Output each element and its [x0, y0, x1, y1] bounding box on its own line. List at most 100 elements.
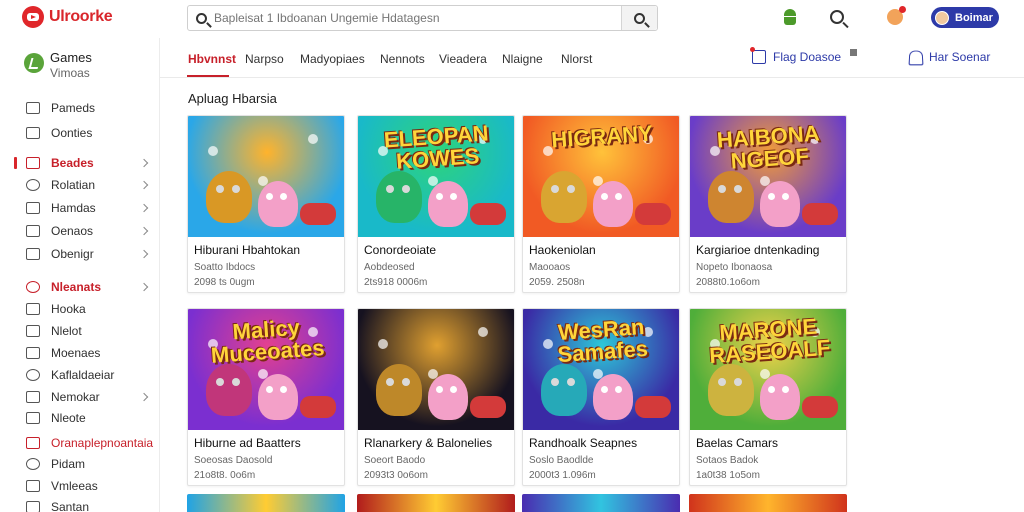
- sidebar-item-label: Pameds: [51, 101, 96, 115]
- search-bar: [187, 5, 658, 31]
- game-thumbnail: [358, 309, 514, 430]
- sidebar-item-icon: [26, 412, 40, 424]
- sidebar-item[interactable]: Beades: [0, 153, 160, 173]
- sidebar-item-label: Nemokar: [51, 390, 100, 404]
- chevron-right-icon: [139, 203, 149, 213]
- category-tab[interactable]: Nlorst: [561, 52, 592, 66]
- game-card-partial[interactable]: [522, 494, 680, 512]
- sidebar-item-label: Hamdas: [51, 201, 96, 215]
- game-banner-text: Malicy Muceoates: [210, 314, 326, 368]
- sidebar-item-icon: [26, 281, 40, 293]
- sidebar-item-label: Kaflaldaeiar: [51, 368, 115, 382]
- sign-in-button[interactable]: Boimar: [931, 7, 999, 28]
- category-tab[interactable]: Nennots: [380, 52, 425, 66]
- category-tab[interactable]: Nlaigne: [502, 52, 543, 66]
- sidebar-item-icon: [26, 225, 40, 237]
- sidebar-item-label: Nlelot: [51, 324, 82, 338]
- category-tab[interactable]: Madyopiaes: [300, 52, 365, 66]
- sidebar-item[interactable]: Nleanats: [0, 277, 160, 297]
- sidebar-item[interactable]: Rolatian: [0, 175, 160, 195]
- game-thumbnail: WesRan Samafes: [523, 309, 679, 430]
- sidebar-header[interactable]: Games Vimoas: [24, 51, 92, 81]
- game-title: Kargiarioe dntenkading: [696, 243, 820, 257]
- sidebar-item-label: Oonties: [51, 126, 93, 140]
- logo-text: Ulroorke: [49, 8, 113, 25]
- flag-button[interactable]: Flag Doasoe: [750, 47, 858, 64]
- game-category: Maooaos: [529, 262, 571, 273]
- sidebar-item-icon: [26, 347, 40, 359]
- sidebar-item[interactable]: Nemokar: [0, 387, 160, 407]
- sidebar-item[interactable]: Hamdas: [0, 198, 160, 218]
- sidebar-item[interactable]: Nlelot: [0, 321, 160, 341]
- character-art: [593, 374, 633, 420]
- game-card-partial[interactable]: [357, 494, 515, 512]
- game-thumbnail: ELEOPAN KOWES: [358, 116, 514, 237]
- account-label: Har Soenar: [929, 50, 991, 64]
- game-card[interactable]: HIGRANY Haokeniolan Maooaos 2059. 2508n: [522, 115, 680, 293]
- character-art: [708, 171, 754, 223]
- category-tab[interactable]: Hbvnnst: [188, 52, 236, 66]
- game-title: Hiburani Hbahtokan: [194, 243, 301, 257]
- sidebar-item[interactable]: Pidam: [0, 454, 160, 474]
- sidebar-item-label: Beades: [51, 156, 94, 170]
- sidebar-item[interactable]: Obenigr: [0, 244, 160, 264]
- search-input[interactable]: [214, 6, 621, 30]
- notifications-icon[interactable]: [884, 6, 906, 28]
- game-title: Baelas Camars: [696, 436, 779, 450]
- chevron-right-icon: [139, 282, 149, 292]
- category-tabs: Hbvnnst Narpso Madyopiaes Nennots Vieadera Nl…: [160, 38, 1024, 78]
- sidebar-item[interactable]: Pameds: [0, 98, 160, 118]
- game-card[interactable]: ELEOPAN KOWES Conordeoiate Aobdeosed 2ts918…: [357, 115, 515, 293]
- sidebar-item-icon: [26, 202, 40, 214]
- category-tab[interactable]: Vieadera: [439, 52, 487, 66]
- sidebar-item[interactable]: Oonties: [0, 123, 160, 143]
- sparkle-decoration: [208, 146, 218, 156]
- search-icon: [188, 6, 214, 30]
- android-icon[interactable]: [779, 6, 801, 28]
- sidebar-item[interactable]: Moenaes: [0, 343, 160, 363]
- game-thumbnail: HIGRANY: [523, 116, 679, 237]
- sidebar-item[interactable]: Nleote: [0, 408, 160, 428]
- sidebar-item-icon: [26, 437, 40, 449]
- category-tab[interactable]: Narpso: [245, 52, 284, 66]
- gamepad-art: [300, 203, 336, 225]
- sidebar-item[interactable]: Vmleeas: [0, 476, 160, 496]
- sidebar-item-icon: [26, 157, 40, 169]
- sidebar-item[interactable]: Hooka: [0, 299, 160, 319]
- sidebar-item[interactable]: Oenaos: [0, 221, 160, 241]
- game-card[interactable]: WesRan Samafes Randhoalk Seapnes Soslo Bao…: [522, 308, 680, 486]
- gamepad-art: [470, 396, 506, 418]
- game-card[interactable]: MARONE RASEOALF Baelas Camars Sotaos Badok…: [689, 308, 847, 486]
- sidebar-item[interactable]: Kaflaldaeiar: [0, 365, 160, 385]
- sidebar-item-label: Hooka: [51, 302, 86, 316]
- sidebar-item-icon: [26, 391, 40, 403]
- game-card[interactable]: Rlanarkery & Balonelies Soeort Baodo 2093t…: [357, 308, 515, 486]
- account-button[interactable]: Har Soenar: [908, 50, 990, 64]
- sidebar-item[interactable]: Santan: [0, 497, 160, 512]
- search-icon[interactable]: [826, 6, 848, 28]
- chevron-right-icon: [139, 392, 149, 402]
- game-category: Soeort Baodo: [364, 455, 426, 466]
- game-banner-text: ELEOPAN KOWES: [383, 120, 490, 174]
- game-title: Hiburne ad Baatters: [194, 436, 301, 450]
- character-art: [760, 374, 800, 420]
- game-banner-text: MARONE RASEOALF: [708, 313, 831, 369]
- game-card[interactable]: Hiburani Hbahtokan Soatto Ibdocs 2098 ts 0…: [187, 115, 345, 293]
- logo[interactable]: Ulroorke: [22, 6, 113, 28]
- search-button-icon: [634, 12, 645, 24]
- game-card[interactable]: HAIBONA NGEOF Kargiarioe dntenkading Nopet…: [689, 115, 847, 293]
- sidebar-item-label: Pidam: [51, 457, 86, 471]
- game-info: 2000t3 1.096m: [529, 470, 596, 481]
- chevron-right-icon: [139, 158, 149, 168]
- character-art: [760, 181, 800, 227]
- character-art: [376, 171, 422, 223]
- sidebar-item[interactable]: Oranaplepnoantaia: [0, 433, 160, 453]
- sidebar-item-icon: [26, 102, 40, 114]
- game-thumbnail: Malicy Muceoates: [188, 309, 344, 430]
- game-card[interactable]: Malicy Muceoates Hiburne ad Baatters Soeos…: [187, 308, 345, 486]
- gamepad-art: [802, 203, 838, 225]
- game-card-partial[interactable]: [689, 494, 847, 512]
- game-card-partial[interactable]: [187, 494, 345, 512]
- character-art: [376, 364, 422, 416]
- search-button[interactable]: [621, 6, 657, 30]
